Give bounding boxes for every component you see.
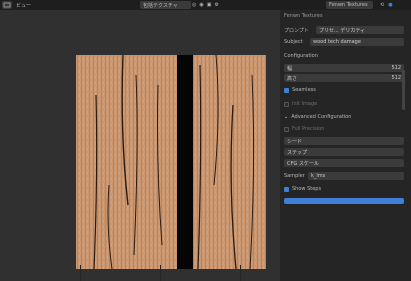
generate-button[interactable] <box>284 198 404 204</box>
editor-type-icon[interactable] <box>2 1 12 9</box>
prompt-label: プロンプト <box>284 27 309 34</box>
image-name-text: 包括テクスチャ <box>143 2 178 9</box>
gear-icon[interactable]: ⚙ <box>214 2 218 8</box>
init-image-checkbox[interactable]: Init Image <box>284 100 402 108</box>
width-label: 幅 <box>287 65 293 72</box>
seamless-checkbox-box[interactable] <box>284 87 289 93</box>
subject-input[interactable]: wood tech damage <box>310 38 404 46</box>
cfg-scale-field[interactable]: CFG スケール <box>284 159 404 167</box>
blue-toggle-icon[interactable]: ● <box>388 2 392 8</box>
panel-scrollbar[interactable] <box>402 70 405 110</box>
render-icon[interactable]: ▣ <box>207 2 212 8</box>
height-value: 512 <box>391 75 401 81</box>
side-panel: Fenwn Textures プロンプト プリセ... デリカティ Subjec… <box>280 10 411 281</box>
subject-value: wood tech damage <box>313 39 361 45</box>
sampler-dropdown[interactable]: k_lms <box>308 172 404 180</box>
prompt-dropdown[interactable]: プリセ... デリカティ <box>316 26 404 34</box>
full-precision-label: Full Precision <box>292 126 325 132</box>
addon-tab-button[interactable]: Fenwn Textures <box>326 1 373 9</box>
sampler-value: k_lms <box>311 173 326 179</box>
top-header-bar: ビュー 包括テクスチャ ◎ ◉ ▣ ⚙ Fenwn Textures ⟲ ● <box>0 0 411 10</box>
image-name-field[interactable]: 包括テクスチャ <box>140 1 191 9</box>
shading-icon[interactable]: ◉ <box>199 2 203 8</box>
image-viewport[interactable] <box>0 10 280 281</box>
sampler-label: Sampler <box>284 173 305 179</box>
seed-label: シード <box>287 138 303 145</box>
init-image-label: Init Image <box>292 101 318 107</box>
viewport-grid <box>0 265 280 281</box>
configuration-label: Configuration <box>284 53 318 59</box>
panel-tab-title: Fenwn Textures <box>284 13 323 19</box>
steps-field[interactable]: ステップ <box>284 148 404 156</box>
chevron-down-icon: ⌄ <box>284 114 289 120</box>
seamless-checkbox[interactable]: Seamless <box>284 86 402 94</box>
wood-texture-image <box>76 55 266 269</box>
seamless-label: Seamless <box>292 87 316 93</box>
cfg-scale-label: CFG スケール <box>287 160 319 167</box>
overlay-icon[interactable]: ◎ <box>192 2 196 8</box>
right-icons: ⟲ ● <box>380 1 408 9</box>
configuration-header[interactable]: Configuration <box>284 52 402 60</box>
subject-label: Subject <box>284 39 303 45</box>
view-menu-label: ビュー <box>16 2 32 9</box>
full-precision-checkbox[interactable]: Full Precision <box>284 125 402 133</box>
advanced-configuration-label: Advanced Configuration <box>291 114 352 120</box>
width-field[interactable]: 幅 512 <box>284 64 404 72</box>
sync-icon[interactable]: ⟲ <box>380 2 384 8</box>
addon-tab-label: Fenwn Textures <box>329 2 368 8</box>
seed-field[interactable]: シード <box>284 137 404 145</box>
full-precision-checkbox-box[interactable] <box>284 126 289 132</box>
width-value: 512 <box>391 65 401 71</box>
prompt-dropdown-value: プリセ... デリカティ <box>319 27 366 34</box>
init-image-checkbox-box[interactable] <box>284 101 289 107</box>
show-steps-checkbox-box[interactable] <box>284 186 289 192</box>
advanced-configuration-header[interactable]: ⌄ Advanced Configuration <box>284 113 402 121</box>
show-steps-checkbox[interactable]: Show Steps <box>284 185 402 193</box>
view-menu[interactable]: ビュー <box>16 1 46 9</box>
height-field[interactable]: 高さ 512 <box>284 74 404 82</box>
show-steps-label: Show Steps <box>292 186 322 192</box>
steps-label: ステップ <box>287 149 308 156</box>
viewport-icons: ◎ ◉ ▣ ⚙ <box>192 1 252 9</box>
height-label: 高さ <box>287 75 298 82</box>
